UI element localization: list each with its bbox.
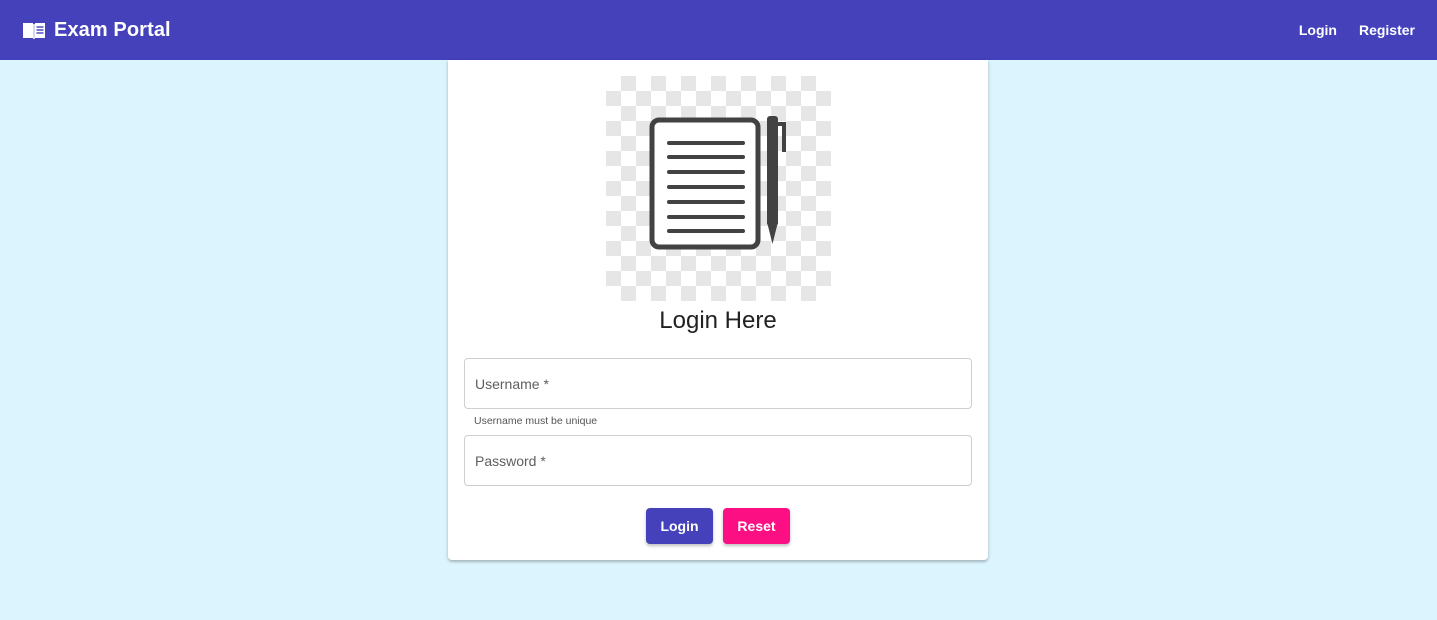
login-button[interactable]: Login [646, 508, 713, 544]
login-card: Login Here Username must be unique Login… [448, 60, 988, 560]
username-input[interactable] [465, 359, 971, 408]
username-field[interactable] [464, 358, 972, 409]
nav-login-link[interactable]: Login [1299, 22, 1337, 38]
top-navbar: Exam Portal Login Register [0, 0, 1437, 60]
reset-button[interactable]: Reset [723, 508, 790, 544]
login-title: Login Here [659, 307, 777, 334]
notepad-pen-icon [606, 76, 831, 301]
brand[interactable]: Exam Portal [22, 18, 171, 42]
username-hint: Username must be unique [474, 415, 598, 427]
password-input[interactable] [465, 436, 971, 485]
brand-title[interactable]: Exam Portal [54, 19, 171, 42]
open-book-icon [22, 18, 46, 42]
nav-links: Login Register [1299, 22, 1415, 38]
password-field[interactable] [464, 435, 972, 486]
nav-register-link[interactable]: Register [1359, 22, 1415, 38]
